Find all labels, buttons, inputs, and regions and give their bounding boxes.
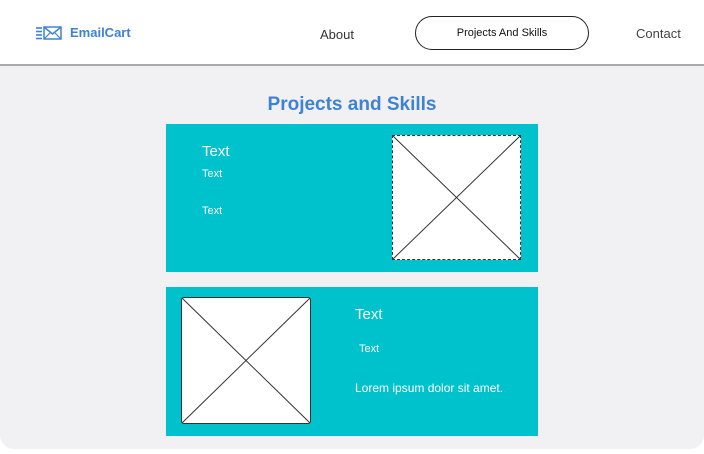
nav-contact-link[interactable]: Contact xyxy=(636,26,681,41)
card-title: Text xyxy=(355,306,383,323)
brand-logo[interactable]: EmailCart xyxy=(36,25,131,40)
page-title: Projects and Skills xyxy=(267,94,437,115)
brand-name: EmailCart xyxy=(70,25,131,40)
nav-about-link[interactable]: About xyxy=(320,27,354,42)
main-content: Projects and Skills Text Text Text Text … xyxy=(0,66,704,449)
image-placeholder-icon xyxy=(181,297,311,424)
project-card-1: Text Text Text xyxy=(166,124,538,272)
card-text: Text xyxy=(359,343,380,355)
image-placeholder-icon xyxy=(392,135,521,260)
nav-projects-button[interactable]: Projects And Skills xyxy=(415,16,589,50)
top-navbar: EmailCart About Projects And Skills Cont… xyxy=(0,0,704,66)
card-title: Text xyxy=(202,143,230,160)
email-icon xyxy=(36,25,62,40)
card-text: Text xyxy=(202,205,223,217)
card-description: Lorem ipsum dolor sit amet. xyxy=(355,381,504,395)
card-text: Text xyxy=(202,168,223,180)
project-card-2: Text Text Lorem ipsum dolor sit amet. xyxy=(166,287,538,436)
